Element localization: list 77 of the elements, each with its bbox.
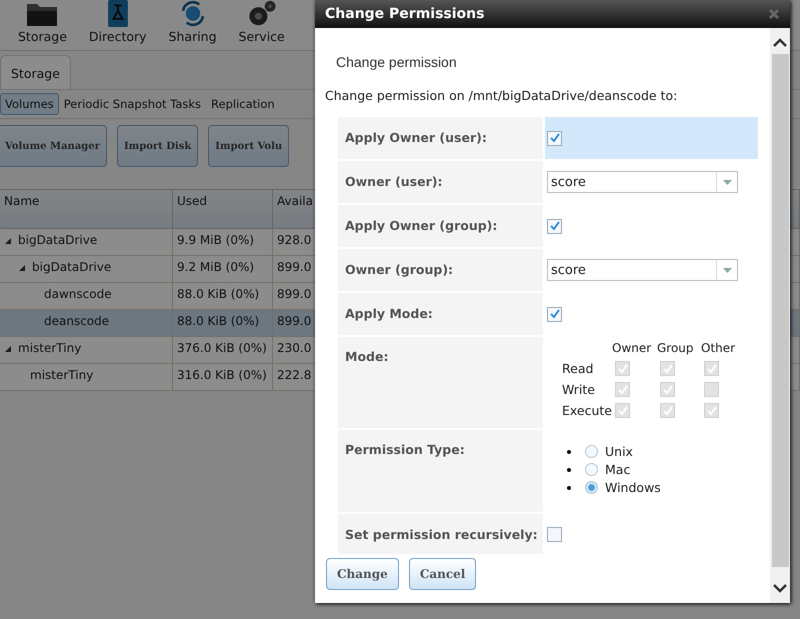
dialog-heading: Change permission — [335, 53, 458, 70]
radio-button[interactable] — [585, 445, 598, 458]
permission-label: Write — [562, 382, 596, 397]
checkbox[interactable] — [547, 526, 562, 542]
dialog-button[interactable]: Cancel — [408, 558, 476, 590]
radio-button[interactable] — [585, 463, 598, 476]
radio-label: Unix — [605, 444, 633, 459]
checkbox[interactable] — [547, 306, 562, 322]
bullet-icon — [567, 486, 571, 490]
tab[interactable]: Storage — [0, 55, 71, 89]
nav-item[interactable]: Service — [238, 0, 285, 50]
table-cell: bigDataDrive — [18, 233, 98, 248]
nav-item[interactable]: Sharing — [168, 0, 217, 50]
checkbox[interactable] — [547, 218, 562, 234]
dropdown-arrow-icon — [722, 180, 732, 184]
table-cell: 230.0 — [277, 341, 312, 356]
field-label: Apply Mode: — [338, 293, 543, 335]
field-label: Owner (group): — [338, 249, 543, 291]
bullet-icon — [567, 450, 571, 454]
toolbar-button[interactable]: Import Disk — [116, 125, 198, 167]
expand-triangle-icon[interactable] — [4, 345, 12, 353]
expand-triangle-icon[interactable] — [4, 237, 12, 245]
column-header[interactable]: Used — [173, 190, 273, 228]
column-label: Group — [657, 341, 695, 355]
book-icon — [106, 0, 130, 27]
dialog-title: Change Permissions — [325, 6, 484, 22]
table-cell: 899.0 — [277, 260, 312, 275]
scrollbar[interactable] — [770, 28, 790, 603]
table-cell: 928.0 — [277, 233, 312, 248]
radio-label: Mac — [605, 462, 630, 477]
table-cell: bigDataDrive — [32, 260, 112, 275]
select-field[interactable]: score — [547, 171, 738, 193]
subtab[interactable]: Volumes — [0, 93, 59, 115]
table-cell: 9.9 MiB (0%) — [177, 233, 254, 248]
field-label: Apply Owner (user): — [338, 117, 543, 159]
field-label: Set permission recursively: — [338, 514, 543, 554]
table-cell: 9.2 MiB (0%) — [177, 260, 254, 275]
table-cell: 899.0 — [277, 314, 312, 329]
bullet-icon — [567, 468, 571, 472]
permission-label: Execute — [562, 403, 612, 418]
table-cell: 222.8 — [277, 368, 312, 383]
column-label: Other — [701, 341, 736, 355]
column-header[interactable]: Name — [0, 190, 173, 228]
select-field[interactable]: score — [547, 259, 738, 281]
dialog-button[interactable]: Change — [326, 558, 399, 590]
checkbox[interactable] — [547, 130, 562, 146]
table-cell: dawnscode — [44, 287, 112, 302]
table-cell: 88.0 KiB (0%) — [177, 314, 260, 329]
field-label: Permission Type: — [338, 430, 543, 512]
dropdown-arrow-icon — [722, 268, 732, 272]
subtab[interactable]: Replication — [206, 93, 280, 115]
subtab[interactable]: Periodic Snapshot Tasks — [58, 93, 206, 115]
table-cell: misterTiny — [18, 341, 82, 356]
scroll-up-icon[interactable] — [773, 38, 787, 48]
toolbar-button[interactable]: Volume Manager — [0, 125, 107, 167]
table-cell: 376.0 KiB (0%) — [177, 341, 267, 356]
intro-text: Change permission on /mnt/bigDataDrive/deanscode to: — [325, 87, 678, 103]
nav-item[interactable]: Directory — [88, 0, 147, 50]
table-cell: misterTiny — [30, 368, 94, 383]
table-cell: deanscode — [44, 314, 110, 329]
close-icon[interactable] — [768, 8, 780, 20]
table-cell: 88.0 KiB (0%) — [177, 287, 260, 302]
toolbar-button[interactable]: Import Volu — [208, 125, 290, 167]
radio-button[interactable] — [585, 481, 598, 494]
expand-triangle-icon[interactable] — [18, 264, 26, 272]
scroll-down-icon[interactable] — [773, 583, 787, 593]
field-label: Mode: — [338, 337, 543, 428]
field-label: Apply Owner (group): — [338, 205, 543, 247]
radio-label: Windows — [605, 480, 661, 495]
folder-icon — [26, 1, 58, 27]
table-cell: 316.0 KiB (0%) — [177, 368, 267, 383]
table-cell: 899.0 — [277, 287, 312, 302]
field-label: Owner (user): — [338, 161, 543, 203]
scrollbar-thumb[interactable] — [772, 54, 788, 567]
nav-item[interactable]: Storage — [18, 0, 67, 50]
column-label: Owner — [612, 341, 652, 355]
permission-label: Read — [562, 361, 594, 376]
